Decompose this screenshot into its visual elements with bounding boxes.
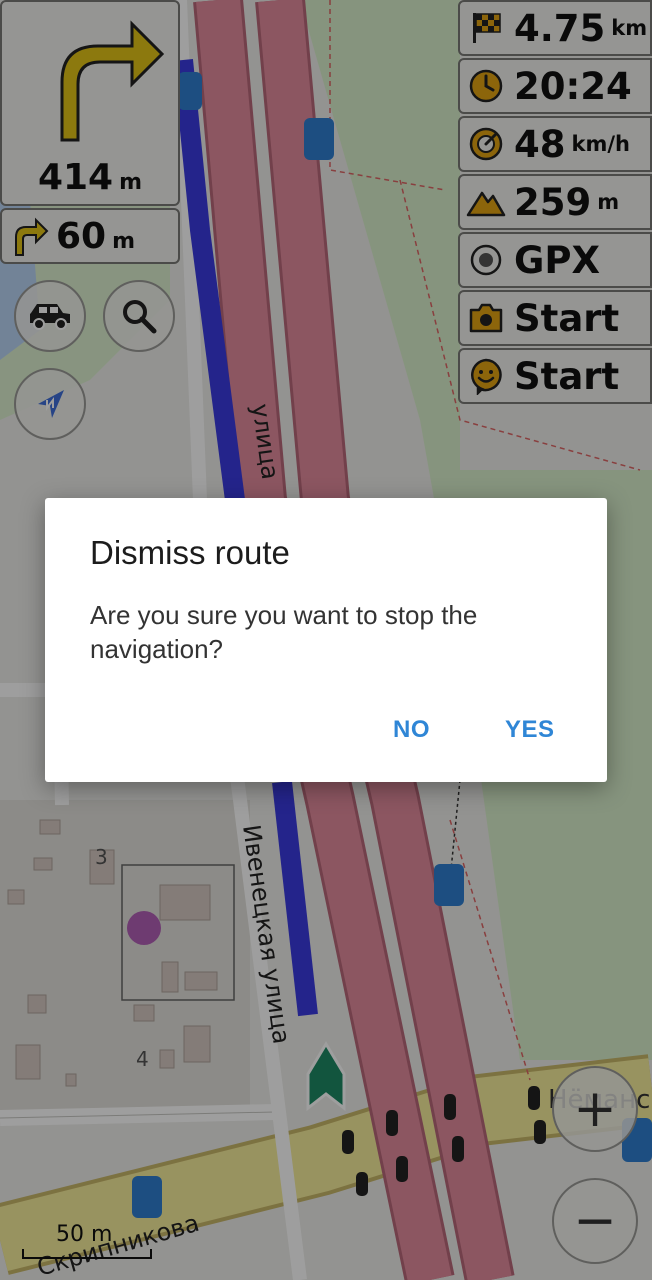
speedometer-icon: [469, 127, 503, 161]
no-button[interactable]: NO: [393, 716, 430, 744]
dialog-title: Dismiss route: [90, 534, 290, 571]
widget-distance[interactable]: 4.75 km: [458, 0, 652, 56]
checkered-flag-icon: [473, 13, 501, 43]
compass-north-icon: [38, 390, 64, 418]
info-widgets-panel: 4.75 km 20:24 48 km/h 259 m GPX Start St…: [458, 0, 652, 406]
widget-gpx-value: GPX: [514, 238, 601, 282]
widget-distance-value: 4.75: [514, 6, 606, 50]
widget-distance-unit: km: [611, 16, 648, 40]
widget-speed-unit: km/h: [571, 132, 630, 156]
widget-arrival-time-value: 20:24: [514, 64, 632, 108]
widget-altitude-unit: m: [597, 190, 620, 214]
smiley-icon: [471, 358, 502, 395]
dismiss-route-dialog: Dismiss route Are you sure you want to s…: [45, 498, 607, 782]
car-icon: [30, 304, 70, 330]
next-turn-distance-value: 60: [56, 216, 107, 257]
search-icon: [123, 300, 157, 334]
widget-speed-value: 48: [514, 122, 566, 166]
turn-instruction-panel[interactable]: 414 m: [0, 0, 180, 206]
compass-button[interactable]: [14, 368, 86, 440]
house-number-4: 4: [136, 1047, 149, 1071]
widget-altitude[interactable]: 259 m: [458, 174, 652, 230]
next-turn-panel[interactable]: 60 m: [0, 208, 180, 264]
scale-label: 50 m: [56, 1222, 113, 1247]
minus-icon: −: [573, 1191, 617, 1251]
widget-altitude-value: 259: [514, 180, 592, 224]
turn-right-small-icon: [15, 217, 49, 256]
camera-icon: [469, 303, 503, 333]
zoom-in-button[interactable]: +: [552, 1066, 638, 1152]
scale-bar: [22, 1249, 152, 1259]
record-target-icon: [470, 244, 502, 276]
widget-audio-note-value: Start: [514, 354, 620, 398]
turn-distance-value: 414: [37, 157, 114, 198]
dialog-message: Are you sure you want to stop the naviga…: [90, 600, 478, 664]
turn-right-icon: [60, 20, 165, 142]
next-turn-distance-unit: m: [112, 229, 136, 254]
plus-icon: +: [573, 1079, 617, 1139]
widget-gpx[interactable]: GPX: [458, 232, 652, 288]
widget-arrival-time[interactable]: 20:24: [458, 58, 652, 114]
widget-photo-note[interactable]: Start: [458, 290, 652, 346]
search-button[interactable]: [103, 280, 175, 352]
clock-icon: [469, 69, 503, 103]
turn-distance-unit: m: [119, 170, 143, 195]
widget-photo-note-value: Start: [514, 296, 620, 340]
mountain-icon: [466, 191, 506, 217]
zoom-out-button[interactable]: −: [552, 1178, 638, 1264]
widget-audio-note[interactable]: Start: [458, 348, 652, 404]
widget-speed[interactable]: 48 km/h: [458, 116, 652, 172]
yes-button[interactable]: YES: [505, 716, 555, 744]
vehicle-profile-button[interactable]: [14, 280, 86, 352]
house-number-3: 3: [95, 845, 108, 869]
map-scale: 50 m: [22, 1222, 152, 1259]
